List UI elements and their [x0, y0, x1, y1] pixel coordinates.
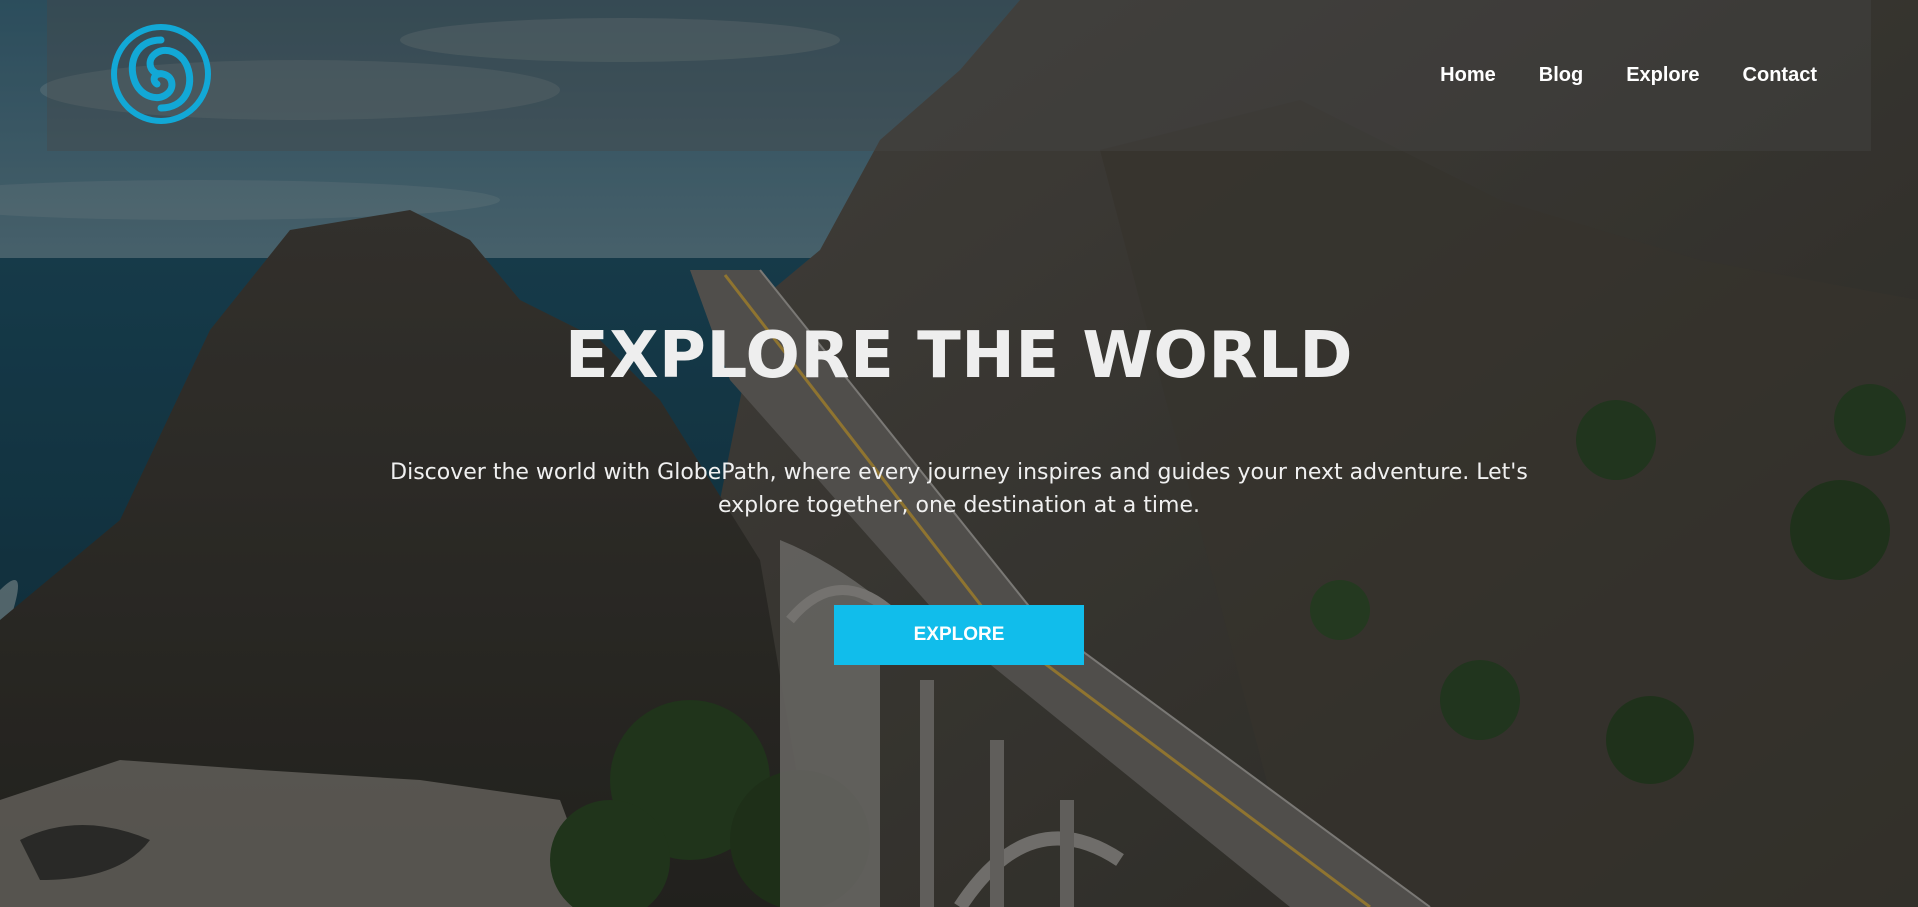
nav-link-contact[interactable]: Contact — [1743, 62, 1817, 88]
nav-link-explore[interactable]: Explore — [1626, 62, 1699, 88]
hero-tagline: Discover the world with GlobePath, where… — [390, 460, 1528, 518]
main-nav: Home Blog Explore Contact — [1397, 62, 1817, 88]
nav-link-home[interactable]: Home — [1440, 62, 1496, 88]
hero-headline: EXPLORE THE WORLD — [564, 319, 1354, 393]
explore-button[interactable]: EXPLORE — [834, 605, 1084, 665]
swirl-logo-icon[interactable] — [109, 22, 213, 126]
nav-link-blog[interactable]: Blog — [1539, 62, 1583, 88]
top-navbar: Home Blog Explore Contact — [47, 0, 1871, 151]
hero-section: Home Blog Explore Contact EXPLORE THE WO… — [0, 0, 1918, 907]
